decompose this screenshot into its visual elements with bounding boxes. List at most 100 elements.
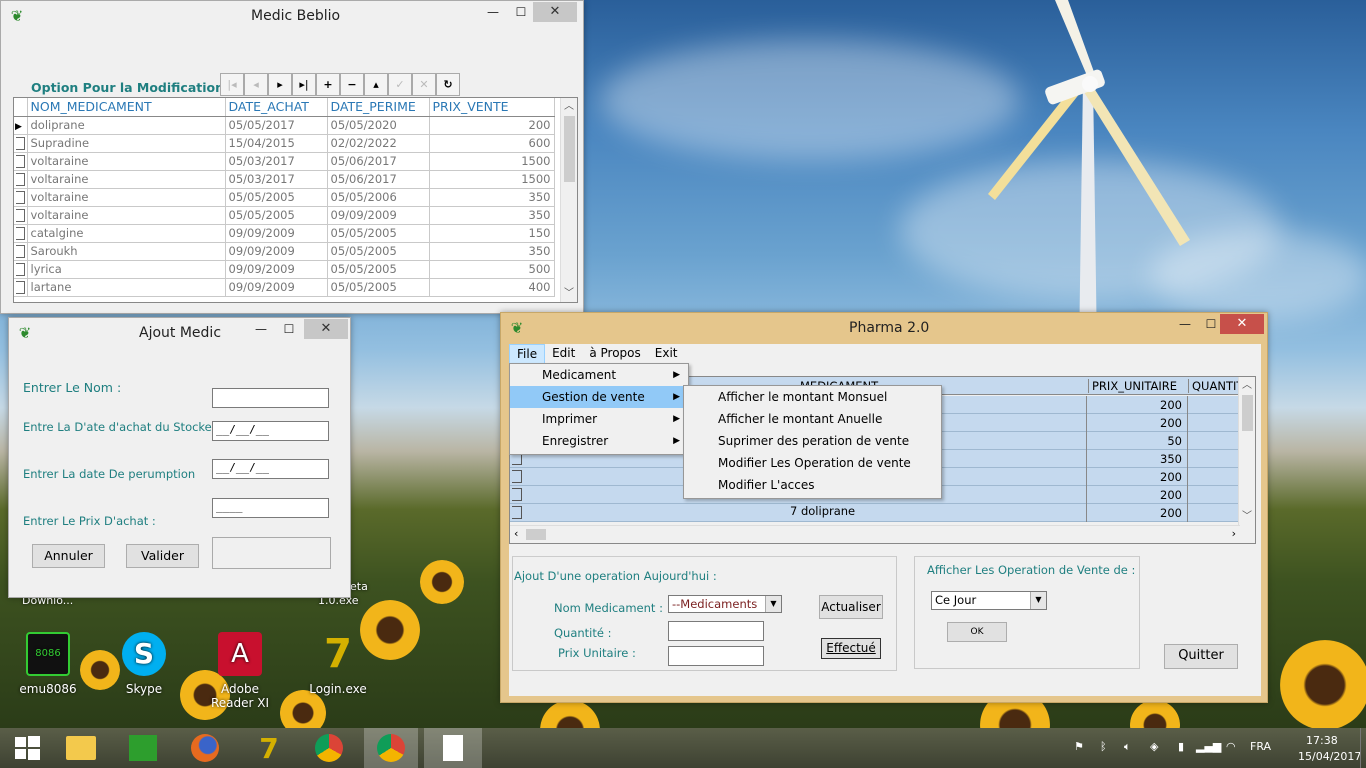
menu-edit[interactable]: Edit bbox=[545, 344, 582, 364]
table-row[interactable]: voltaraine 05/03/2017 05/06/2017 1500 bbox=[14, 152, 555, 171]
column-header[interactable]: QUANTIT bbox=[1188, 379, 1240, 393]
nom-input[interactable] bbox=[212, 388, 329, 408]
ok-button[interactable]: OK bbox=[947, 622, 1007, 642]
row-selector[interactable] bbox=[512, 506, 522, 519]
column-header[interactable]: PRIX_UNITAIRE bbox=[1088, 379, 1177, 393]
table-cell[interactable]: 05/05/2020 bbox=[327, 116, 430, 135]
taskbar-firefox[interactable] bbox=[178, 728, 232, 768]
effectue-button[interactable]: Effectué bbox=[821, 638, 881, 659]
table-row[interactable]: Supradine 15/04/2015 02/02/2022 600 bbox=[14, 134, 555, 153]
price-cell[interactable]: 50 bbox=[1090, 434, 1182, 448]
table-cell[interactable]: 05/05/2005 bbox=[327, 260, 430, 279]
row-selector[interactable] bbox=[14, 224, 28, 243]
table-cell[interactable]: catalgine bbox=[27, 224, 226, 243]
bluetooth-icon[interactable]: ᛒ bbox=[1100, 740, 1107, 753]
column-header[interactable]: DATE_ACHAT bbox=[225, 98, 328, 117]
row-selector[interactable]: ▶ bbox=[14, 116, 28, 135]
row-selector[interactable] bbox=[14, 242, 28, 261]
menu-item-medicament[interactable]: Medicament ▶ bbox=[510, 364, 688, 386]
valider-button[interactable]: Valider bbox=[126, 544, 199, 568]
menu-file[interactable]: File bbox=[509, 344, 546, 364]
table-cell[interactable]: 600 bbox=[429, 134, 555, 153]
quantite-input[interactable] bbox=[668, 621, 764, 641]
next-record-button[interactable]: ▸ bbox=[268, 73, 292, 96]
close-button[interactable]: ✕ bbox=[533, 2, 577, 22]
table-cell[interactable]: 09/09/2009 bbox=[327, 206, 430, 225]
start-button[interactable] bbox=[0, 728, 54, 768]
date-achat-input[interactable]: __/__/__ bbox=[212, 421, 329, 441]
table-cell[interactable]: voltaraine bbox=[27, 188, 226, 207]
row-selector[interactable] bbox=[14, 206, 28, 225]
date-perime-input[interactable]: __/__/__ bbox=[212, 459, 329, 479]
menu-exit[interactable]: Exit bbox=[648, 344, 685, 364]
table-cell[interactable]: 05/05/2005 bbox=[225, 188, 328, 207]
table-cell[interactable]: 05/06/2017 bbox=[327, 170, 430, 189]
row-selector[interactable] bbox=[14, 260, 28, 279]
column-header[interactable]: DATE_PERIME bbox=[327, 98, 430, 117]
row-selector[interactable] bbox=[14, 134, 28, 153]
scroll-down-icon[interactable]: ﹀ bbox=[561, 285, 577, 302]
actualiser-button[interactable]: Actualiser bbox=[819, 595, 883, 619]
table-row[interactable]: voltaraine 05/05/2005 09/09/2009 350 bbox=[14, 206, 555, 225]
table-cell[interactable]: 1500 bbox=[429, 170, 555, 189]
table-cell[interactable]: 350 bbox=[429, 206, 555, 225]
table-row[interactable]: lartane 09/09/2009 05/05/2005 400 bbox=[14, 278, 555, 297]
column-header[interactable]: NOM_MEDICAMENT bbox=[27, 98, 226, 117]
scroll-down-icon[interactable]: ﹀ bbox=[1239, 508, 1255, 525]
network-icon[interactable]: ◈ bbox=[1150, 740, 1158, 753]
table-cell[interactable]: 09/09/2009 bbox=[225, 242, 328, 261]
taskbar-store[interactable] bbox=[116, 728, 170, 768]
menu-item-modifier-operation[interactable]: Modifier Les Operation de vente bbox=[684, 452, 941, 474]
flag-icon[interactable]: ⚑ bbox=[1074, 740, 1084, 753]
minimize-button[interactable]: — bbox=[247, 319, 275, 339]
grid-vertical-scrollbar[interactable]: ︿ ﹀ bbox=[560, 98, 577, 302]
table-row[interactable]: lyrica 09/09/2009 05/05/2005 500 bbox=[14, 260, 555, 279]
table-cell[interactable]: 05/05/2005 bbox=[327, 278, 430, 297]
maximize-button[interactable]: ☐ bbox=[507, 2, 535, 22]
table-cell[interactable]: doliprane bbox=[27, 116, 226, 135]
price-cell[interactable]: 200 bbox=[1090, 398, 1182, 412]
close-button[interactable]: ✕ bbox=[1220, 314, 1264, 334]
table-cell[interactable]: 05/05/2017 bbox=[225, 116, 328, 135]
desktop-icon-adobe-reader[interactable]: A Adobe Reader XI bbox=[200, 632, 280, 710]
menu-a-propos[interactable]: à Propos bbox=[582, 344, 647, 364]
menu-item-montant-mensuel[interactable]: Afficher le montant Monsuel bbox=[684, 386, 941, 408]
table-cell[interactable]: lyrica bbox=[27, 260, 226, 279]
table-cell[interactable]: 400 bbox=[429, 278, 555, 297]
minimize-button[interactable]: — bbox=[1171, 314, 1199, 334]
table-row[interactable]: Saroukh 09/09/2009 05/05/2005 350 bbox=[14, 242, 555, 261]
sales-row[interactable]: 200 bbox=[510, 504, 1240, 522]
table-row[interactable]: ▶ doliprane 05/05/2017 05/05/2020 200 bbox=[14, 116, 555, 135]
price-cell[interactable]: 200 bbox=[1090, 470, 1182, 484]
price-cell[interactable]: 200 bbox=[1090, 488, 1182, 502]
prix-input[interactable]: ____ bbox=[212, 498, 329, 518]
edit-record-button[interactable]: ▴ bbox=[364, 73, 388, 96]
taskbar-chrome[interactable] bbox=[302, 728, 356, 768]
taskbar-file-explorer[interactable] bbox=[54, 728, 108, 768]
last-record-button[interactable]: ▸| bbox=[292, 73, 316, 96]
scroll-thumb[interactable] bbox=[564, 116, 575, 182]
row-selector[interactable] bbox=[14, 170, 28, 189]
taskbar-document[interactable] bbox=[424, 728, 482, 768]
quitter-button[interactable]: Quitter bbox=[1164, 644, 1238, 669]
prix-unitaire-input[interactable] bbox=[668, 646, 764, 666]
menu-item-gestion-de-vente[interactable]: Gestion de vente ▶ bbox=[510, 386, 688, 408]
table-cell[interactable]: 05/05/2005 bbox=[327, 224, 430, 243]
column-header[interactable]: PRIX_VENTE bbox=[429, 98, 555, 117]
table-cell[interactable]: 05/06/2017 bbox=[327, 152, 430, 171]
menu-item-modifier-acces[interactable]: Modifier L'acces bbox=[684, 474, 941, 496]
scroll-thumb[interactable] bbox=[1242, 395, 1253, 431]
chevron-down-icon[interactable]: ▼ bbox=[765, 596, 781, 612]
minimize-button[interactable]: — bbox=[479, 2, 507, 22]
table-cell[interactable]: voltaraine bbox=[27, 170, 226, 189]
table-cell[interactable]: 05/03/2017 bbox=[225, 170, 328, 189]
clock-time[interactable]: 17:38 bbox=[1306, 734, 1338, 747]
table-row[interactable]: voltaraine 05/05/2005 05/05/2006 350 bbox=[14, 188, 555, 207]
table-row[interactable]: catalgine 09/09/2009 05/05/2005 150 bbox=[14, 224, 555, 243]
wifi-icon[interactable]: ◠ bbox=[1226, 740, 1236, 753]
post-edit-button[interactable]: ✓ bbox=[388, 73, 412, 96]
period-combo[interactable]: Ce Jour ▼ bbox=[931, 591, 1047, 610]
table-cell[interactable]: voltaraine bbox=[27, 152, 226, 171]
annuler-button[interactable]: Annuler bbox=[32, 544, 105, 568]
add-record-button[interactable]: + bbox=[316, 73, 340, 96]
